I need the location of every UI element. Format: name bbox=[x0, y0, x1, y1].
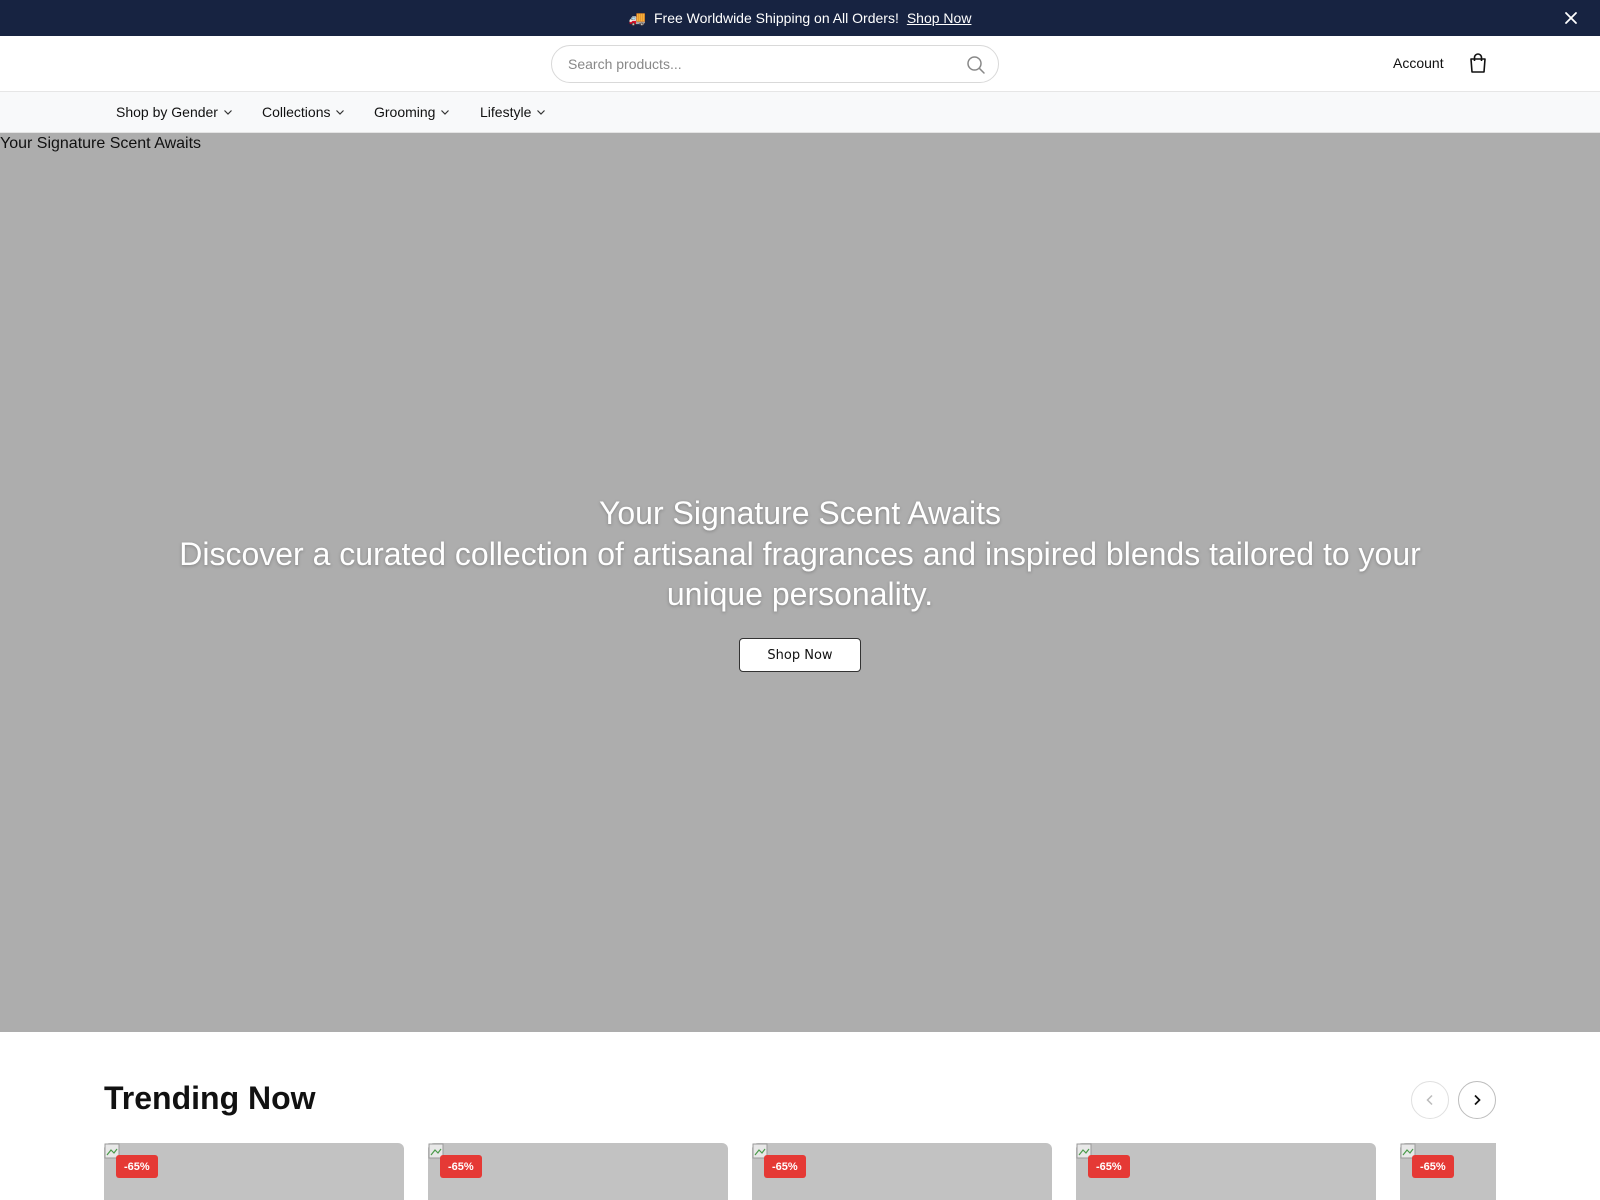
nav-item-lifestyle[interactable]: Lifestyle bbox=[480, 104, 546, 120]
chevron-down-icon bbox=[441, 110, 450, 115]
trending-title: Trending Now bbox=[104, 1080, 316, 1116]
product-carousel: -65% -65% -65% -65% -65% bbox=[104, 1143, 1496, 1200]
chevron-left-icon bbox=[1426, 1094, 1433, 1106]
chevron-right-icon bbox=[1474, 1094, 1481, 1106]
site-header: Account bbox=[0, 36, 1600, 92]
chevron-down-icon bbox=[336, 110, 345, 115]
hero-title: Your Signature Scent Awaits bbox=[598, 495, 1002, 531]
nav-item-label: Lifestyle bbox=[480, 104, 532, 120]
hero-image-broken: Your Signature Scent Awaits bbox=[0, 135, 201, 153]
hero-image-alt-text: Your Signature Scent Awaits bbox=[0, 135, 202, 152]
hero-banner: Your Signature Scent Awaits Your Signatu… bbox=[0, 133, 1600, 1032]
discount-badge: -65% bbox=[440, 1155, 482, 1178]
product-card[interactable]: -65% bbox=[752, 1143, 1052, 1200]
carousel-prev-button[interactable] bbox=[1411, 1081, 1449, 1119]
announcement-bar: 🚚 Free Worldwide Shipping on All Orders!… bbox=[0, 0, 1600, 36]
product-card[interactable]: -65% bbox=[1400, 1143, 1496, 1200]
nav-item-grooming[interactable]: Grooming bbox=[374, 104, 450, 120]
discount-badge: -65% bbox=[1088, 1155, 1130, 1178]
announcement-text: Free Worldwide Shipping on All Orders! bbox=[653, 10, 899, 26]
close-icon[interactable] bbox=[1562, 9, 1580, 27]
main-nav: Shop by Gender Collections Grooming Life… bbox=[0, 92, 1600, 133]
hero-subtitle: Discover a curated collection of artisan… bbox=[179, 536, 1421, 612]
carousel-next-button[interactable] bbox=[1458, 1081, 1496, 1119]
chevron-down-icon bbox=[537, 110, 546, 115]
product-card[interactable]: -65% bbox=[1076, 1143, 1376, 1200]
chevron-down-icon bbox=[224, 110, 232, 115]
search-icon[interactable] bbox=[966, 55, 986, 75]
account-link[interactable]: Account bbox=[1393, 55, 1444, 71]
shopping-bag-icon[interactable] bbox=[1467, 52, 1489, 74]
discount-badge: -65% bbox=[116, 1155, 158, 1178]
nav-item-label: Collections bbox=[262, 104, 331, 120]
truck-icon: 🚚 bbox=[628, 9, 646, 26]
hero-shop-now-button[interactable]: Shop Now bbox=[739, 638, 861, 672]
discount-badge: -65% bbox=[764, 1155, 806, 1178]
product-card[interactable]: -65% bbox=[428, 1143, 728, 1200]
nav-item-shop-by-gender[interactable]: Shop by Gender bbox=[116, 104, 233, 120]
nav-item-label: Grooming bbox=[374, 104, 436, 120]
announcement-shop-now-link[interactable]: Shop Now bbox=[907, 10, 972, 26]
product-card[interactable]: -65% bbox=[104, 1143, 404, 1200]
nav-item-label: Shop by Gender bbox=[116, 104, 218, 120]
nav-item-collections[interactable]: Collections bbox=[262, 104, 345, 120]
search-bar bbox=[551, 45, 999, 83]
discount-badge: -65% bbox=[1412, 1155, 1454, 1178]
search-input[interactable] bbox=[568, 46, 958, 82]
